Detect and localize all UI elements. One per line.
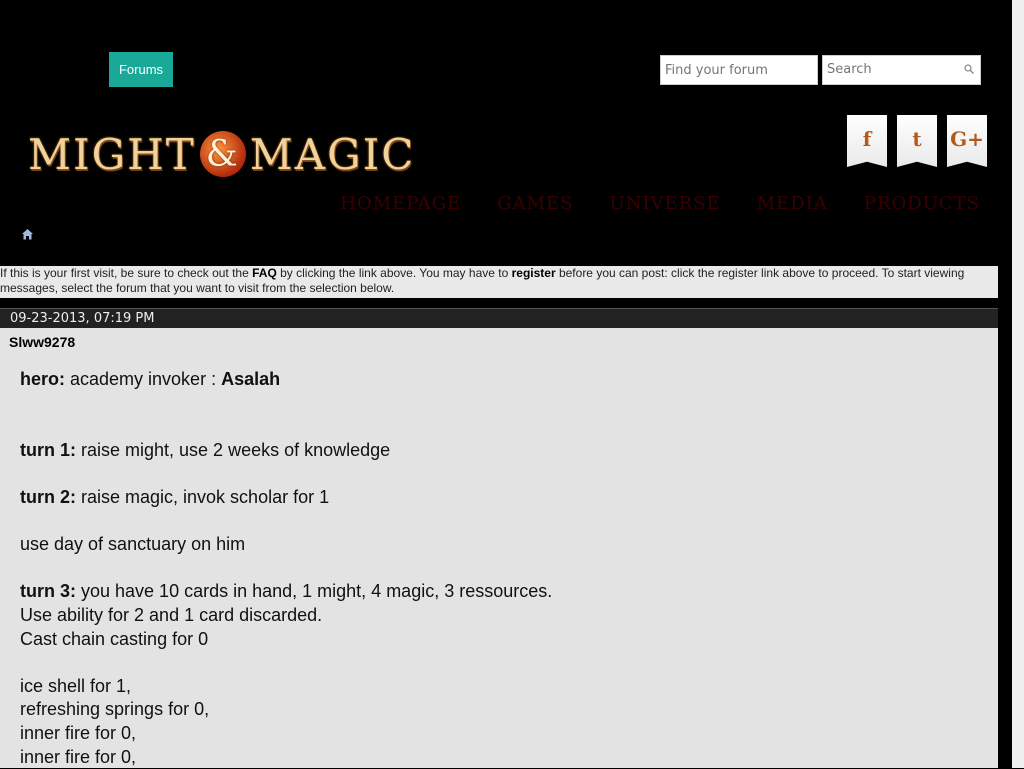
hero-text: academy invoker : bbox=[65, 369, 221, 389]
turn1-text: raise might, use 2 weeks of knowledge bbox=[76, 440, 390, 460]
nav-media[interactable]: MEDIA bbox=[757, 193, 828, 214]
facebook-icon[interactable]: f bbox=[847, 115, 887, 167]
ice-shell-line: ice shell for 1, bbox=[20, 675, 970, 699]
home-icon[interactable] bbox=[21, 228, 34, 241]
turn3-label: turn 3: bbox=[20, 581, 76, 601]
turn3-line-2: Use ability for 2 and 1 card discarded. bbox=[20, 604, 970, 628]
find-forum-input[interactable] bbox=[660, 55, 818, 85]
main-navigation: HOMEPAGE GAMES UNIVERSE MEDIA PRODUCTS bbox=[340, 193, 980, 214]
post-username[interactable]: Slww9278 bbox=[9, 334, 75, 350]
forums-tab[interactable]: Forums bbox=[109, 52, 173, 87]
turn2-line: turn 2: raise magic, invok scholar for 1 bbox=[20, 486, 970, 510]
might-magic-logo[interactable]: MIGHT & MAGIC bbox=[28, 128, 415, 180]
notice-text-2: by clicking the link above. You may have… bbox=[277, 266, 512, 280]
post-content: hero: academy invoker : Asalah turn 1: r… bbox=[20, 368, 970, 769]
first-visit-notice: If this is your first visit, be sure to … bbox=[0, 266, 998, 298]
page-scrollbar[interactable] bbox=[1012, 0, 1024, 768]
post-date: 09-23-2013, 07:19 PM bbox=[10, 311, 154, 326]
google-plus-icon[interactable]: G+ bbox=[947, 115, 987, 167]
nav-products[interactable]: PRODUCTS bbox=[864, 193, 980, 214]
search-box bbox=[822, 55, 981, 85]
search-icon[interactable] bbox=[964, 64, 974, 74]
nav-games[interactable]: GAMES bbox=[497, 193, 573, 214]
turn2-label: turn 2: bbox=[20, 487, 76, 507]
turn1-label: turn 1: bbox=[20, 440, 76, 460]
hero-name: Asalah bbox=[221, 369, 280, 389]
faq-link[interactable]: FAQ bbox=[252, 266, 277, 280]
notice-text-1: If this is your first visit, be sure to … bbox=[0, 266, 252, 280]
turn3-text: you have 10 cards in hand, 1 might, 4 ma… bbox=[76, 581, 552, 601]
turn3-line: turn 3: you have 10 cards in hand, 1 mig… bbox=[20, 580, 970, 604]
social-links: f t G+ bbox=[847, 115, 987, 167]
hero-line: hero: academy invoker : Asalah bbox=[20, 368, 970, 392]
register-link[interactable]: register bbox=[512, 266, 556, 280]
inner-fire-line-2: inner fire for 0, bbox=[20, 746, 970, 769]
logo-ampersand: & bbox=[200, 131, 246, 177]
sanctuary-line: use day of sanctuary on him bbox=[20, 533, 970, 557]
post-body: Slww9278 hero: academy invoker : Asalah … bbox=[0, 328, 998, 768]
hero-label: hero: bbox=[20, 369, 65, 389]
logo-text-magic: MAGIC bbox=[250, 130, 416, 179]
turn2-text: raise magic, invok scholar for 1 bbox=[76, 487, 329, 507]
twitter-icon[interactable]: t bbox=[897, 115, 937, 167]
post-date-bar: 09-23-2013, 07:19 PM bbox=[0, 308, 998, 328]
nav-homepage[interactable]: HOMEPAGE bbox=[340, 193, 461, 214]
springs-line: refreshing springs for 0, bbox=[20, 698, 970, 722]
inner-fire-line-1: inner fire for 0, bbox=[20, 722, 970, 746]
logo-text-might: MIGHT bbox=[28, 130, 196, 179]
turn1-line: turn 1: raise might, use 2 weeks of know… bbox=[20, 439, 970, 463]
turn3-line-3: Cast chain casting for 0 bbox=[20, 628, 970, 652]
nav-universe[interactable]: UNIVERSE bbox=[610, 193, 721, 214]
search-input[interactable] bbox=[823, 56, 961, 82]
